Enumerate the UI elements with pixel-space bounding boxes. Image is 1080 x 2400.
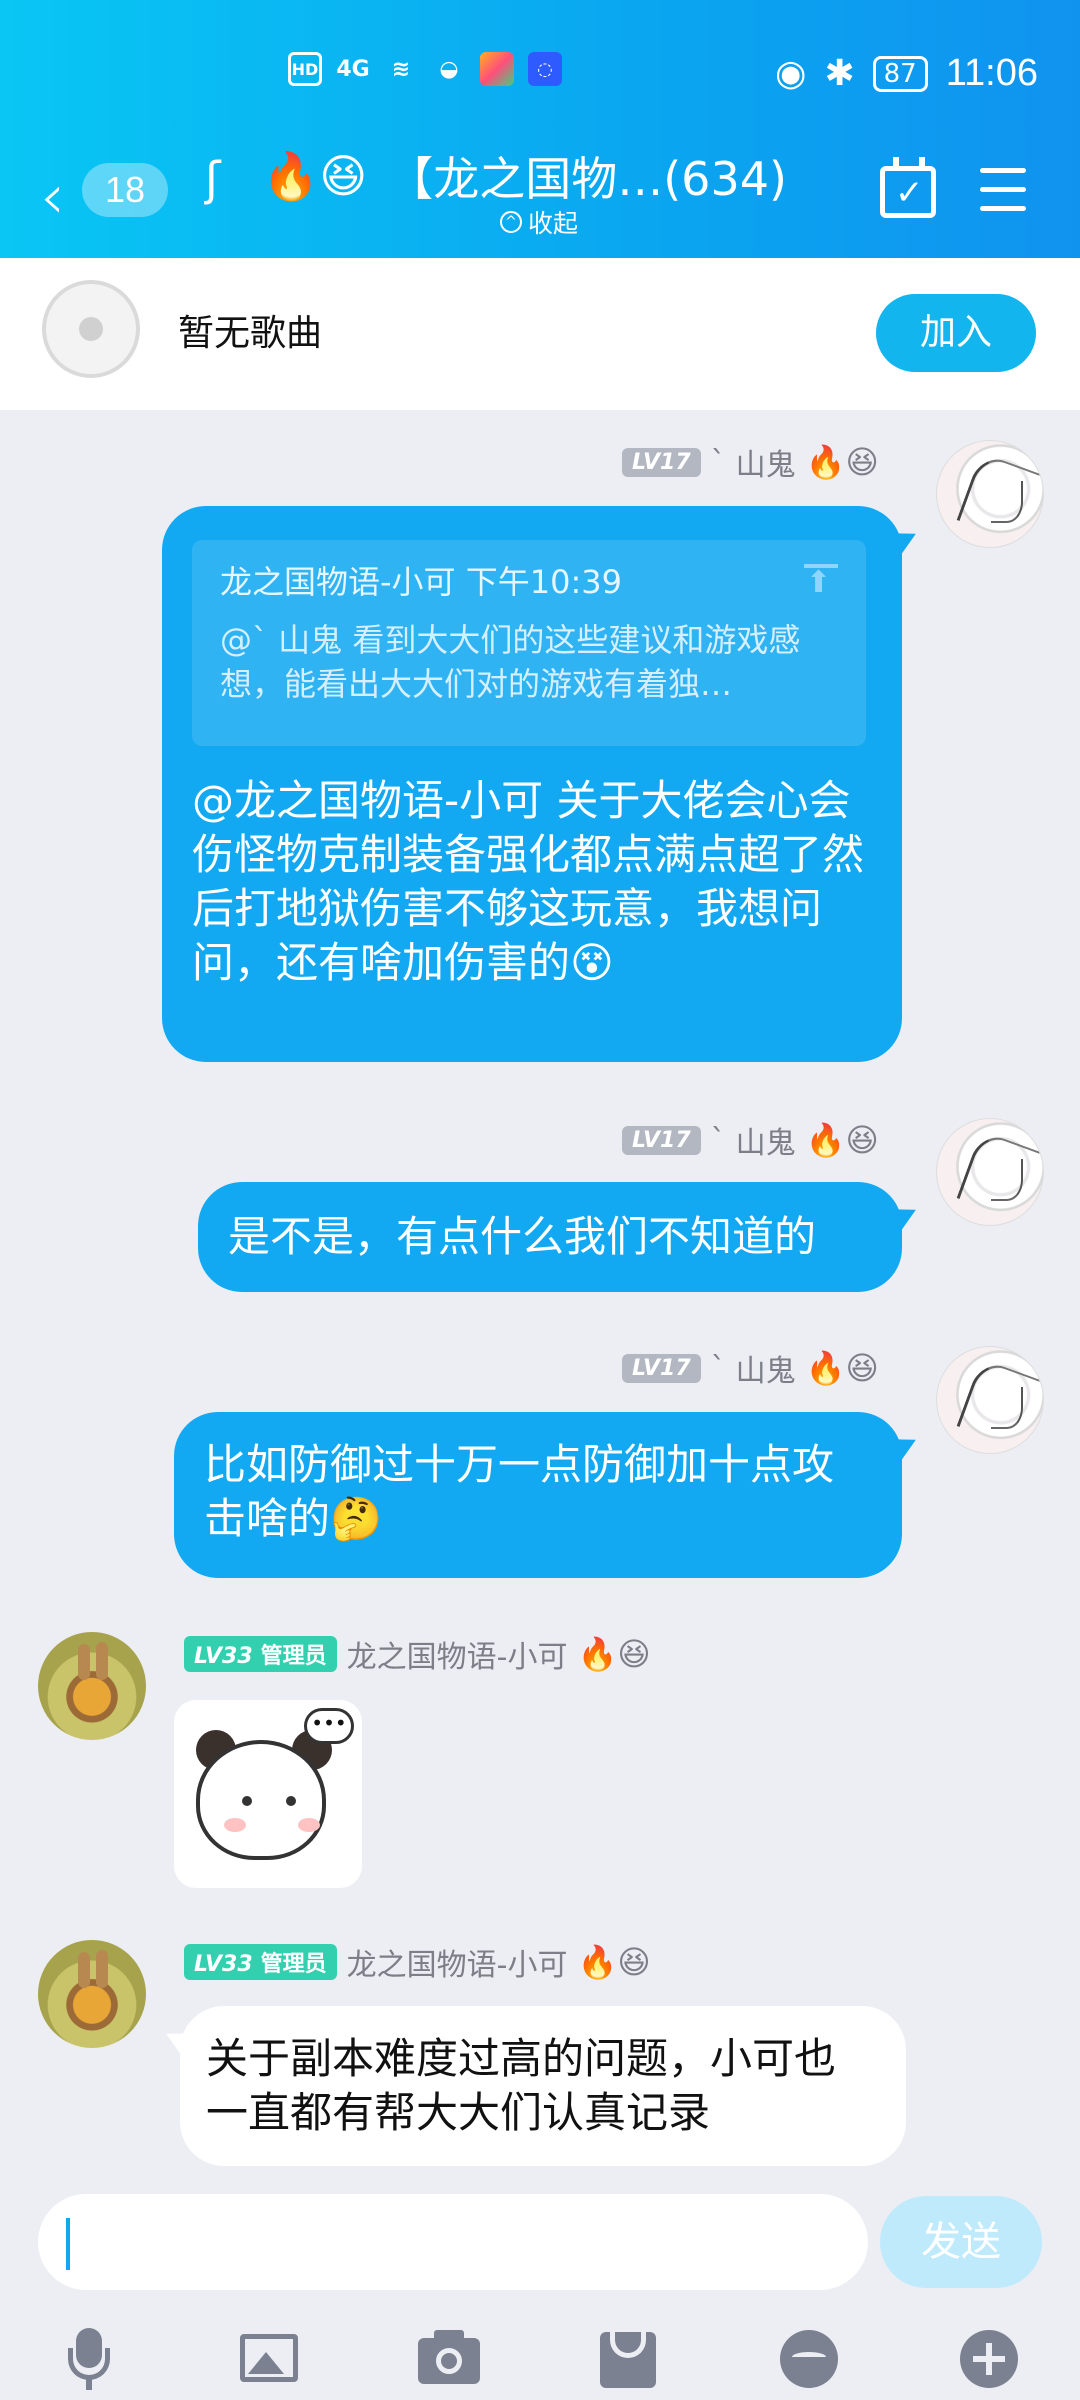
- avatar[interactable]: [936, 440, 1044, 548]
- level-badge: LV17: [622, 1125, 701, 1155]
- jump-to-quote-icon[interactable]: [804, 564, 838, 602]
- avatar[interactable]: [936, 1118, 1044, 1226]
- chat-header: HD 4G ≋ ◒ ◌ ◉ ✱ 87 11:06 ‹ 18 ʃ 🔥😆 【龙之国物…: [0, 0, 1080, 258]
- sender-emoji-icons: 🔥😆: [805, 1121, 879, 1159]
- message-meta: LV17 ˋ 山鬼 🔥😆: [622, 1346, 879, 1390]
- join-button[interactable]: 加入: [876, 294, 1036, 372]
- emoji-icon[interactable]: [776, 2328, 842, 2388]
- panda-sticker[interactable]: •••: [174, 1700, 362, 1888]
- group-title-area[interactable]: 🔥😆 【龙之国物…(634): [262, 143, 787, 209]
- bulb-notification-icon: ◌: [528, 52, 562, 86]
- input-area: 发送: [0, 2180, 1080, 2400]
- admin-badge: LV33 管理员: [184, 1636, 337, 1672]
- status-bar: HD 4G ≋ ◒ ◌ ◉ ✱ 87 11:06: [0, 52, 1080, 108]
- sender-name[interactable]: 山鬼: [736, 1118, 796, 1162]
- red-packet-icon[interactable]: [596, 2328, 662, 2388]
- menu-icon[interactable]: [980, 168, 1026, 225]
- send-button[interactable]: 发送: [880, 2196, 1042, 2288]
- message-bubble[interactable]: 比如防御过十万一点防御加十点攻击啥的🤔: [174, 1412, 902, 1578]
- text-caret: [66, 2218, 70, 2270]
- music-disc-icon[interactable]: [42, 280, 140, 378]
- reply-quote[interactable]: 龙之国物语-小可 下午10:39 @ˋ 山鬼 看到大大们的这些建议和游戏感想，能…: [192, 540, 866, 746]
- unread-count-badge[interactable]: 18: [82, 163, 168, 217]
- chevron-up-icon: ^: [500, 211, 522, 233]
- message-text: 关于副本难度过高的问题，小可也一直都有帮大大们认真记录: [206, 2034, 837, 2137]
- title-emoji-icons: 🔥😆: [262, 148, 368, 203]
- level-badge: LV17: [622, 1353, 701, 1383]
- message-meta: LV17 ˋ 山鬼 🔥😆: [622, 1118, 879, 1162]
- sender-name[interactable]: 龙之国物语-小可: [347, 1632, 568, 1676]
- signal-icon: 4G: [336, 56, 370, 82]
- ear-icon[interactable]: ʃ: [205, 152, 220, 206]
- mic-icon[interactable]: [56, 2328, 122, 2390]
- message-meta: LV17 ˋ 山鬼 🔥😆: [622, 440, 879, 484]
- sender-emoji-icons: 🔥😆: [577, 1635, 651, 1673]
- hd-icon: HD: [288, 52, 322, 86]
- app-notification-icon: [480, 52, 514, 86]
- speech-dots-icon: •••: [304, 1708, 354, 1744]
- admin-badge: LV33 管理员: [184, 1944, 337, 1980]
- eye-icon: ◉: [775, 53, 807, 94]
- message-text: @龙之国物语-小可 关于大佬会心会伤怪物克制装备强化都点满点超了然后打地狱伤害不…: [192, 776, 865, 987]
- sender-emoji-icons: 🔥😆: [577, 1943, 651, 1981]
- wifi-icon: ≋: [391, 56, 411, 82]
- music-status: 暂无歌曲: [178, 313, 323, 354]
- collapse-toggle[interactable]: ^ 收起: [500, 204, 578, 240]
- message-bubble[interactable]: 关于副本难度过高的问题，小可也一直都有帮大大们认真记录: [180, 2006, 906, 2166]
- back-icon[interactable]: ‹: [40, 160, 65, 233]
- message-input[interactable]: [38, 2194, 868, 2290]
- group-title[interactable]: 【龙之国物…(634): [387, 143, 787, 209]
- message-bubble[interactable]: 龙之国物语-小可 下午10:39 @ˋ 山鬼 看到大大们的这些建议和游戏感想，能…: [162, 506, 902, 1062]
- quote-text: @ˋ 山鬼 看到大大们的这些建议和游戏感想，能看出大大们对的游戏有着独…: [220, 621, 801, 703]
- music-bar: 暂无歌曲 加入: [0, 258, 1080, 410]
- message-meta: LV33 管理员 龙之国物语-小可 🔥😆: [184, 1632, 651, 1676]
- sender-name[interactable]: 山鬼: [736, 1346, 796, 1390]
- sender-mark: ˋ: [710, 1122, 726, 1158]
- checkin-calendar-icon[interactable]: ✓: [880, 157, 936, 218]
- camera-icon[interactable]: [416, 2328, 482, 2388]
- avatar[interactable]: [936, 1346, 1044, 1454]
- message-text: 比如防御过十万一点防御加十点攻击啥的🤔: [204, 1440, 835, 1543]
- sender-name[interactable]: 龙之国物语-小可: [347, 1940, 568, 1984]
- quote-author-time: 龙之国物语-小可 下午10:39: [220, 563, 622, 601]
- message-text: 是不是，有点什么我们不知道的: [228, 1212, 817, 1261]
- level-badge: LV17: [622, 447, 701, 477]
- wechat-icon: ◒: [439, 56, 459, 82]
- sender-emoji-icons: 🔥😆: [805, 1349, 879, 1387]
- avatar[interactable]: [38, 1940, 146, 2048]
- image-icon[interactable]: [236, 2328, 302, 2388]
- avatar[interactable]: [38, 1632, 146, 1740]
- collapse-label: 收起: [528, 209, 579, 238]
- plus-icon[interactable]: [956, 2328, 1022, 2388]
- message-bubble[interactable]: 是不是，有点什么我们不知道的: [198, 1182, 902, 1292]
- sender-mark: ˋ: [710, 1350, 726, 1386]
- battery-icon: 87: [872, 55, 928, 92]
- sender-emoji-icons: 🔥😆: [805, 443, 879, 481]
- sender-mark: ˋ: [710, 444, 726, 480]
- bluetooth-icon: ✱: [824, 53, 855, 94]
- clock: 11:06: [945, 52, 1038, 94]
- message-meta: LV33 管理员 龙之国物语-小可 🔥😆: [184, 1940, 651, 1984]
- sender-name[interactable]: 山鬼: [736, 440, 796, 484]
